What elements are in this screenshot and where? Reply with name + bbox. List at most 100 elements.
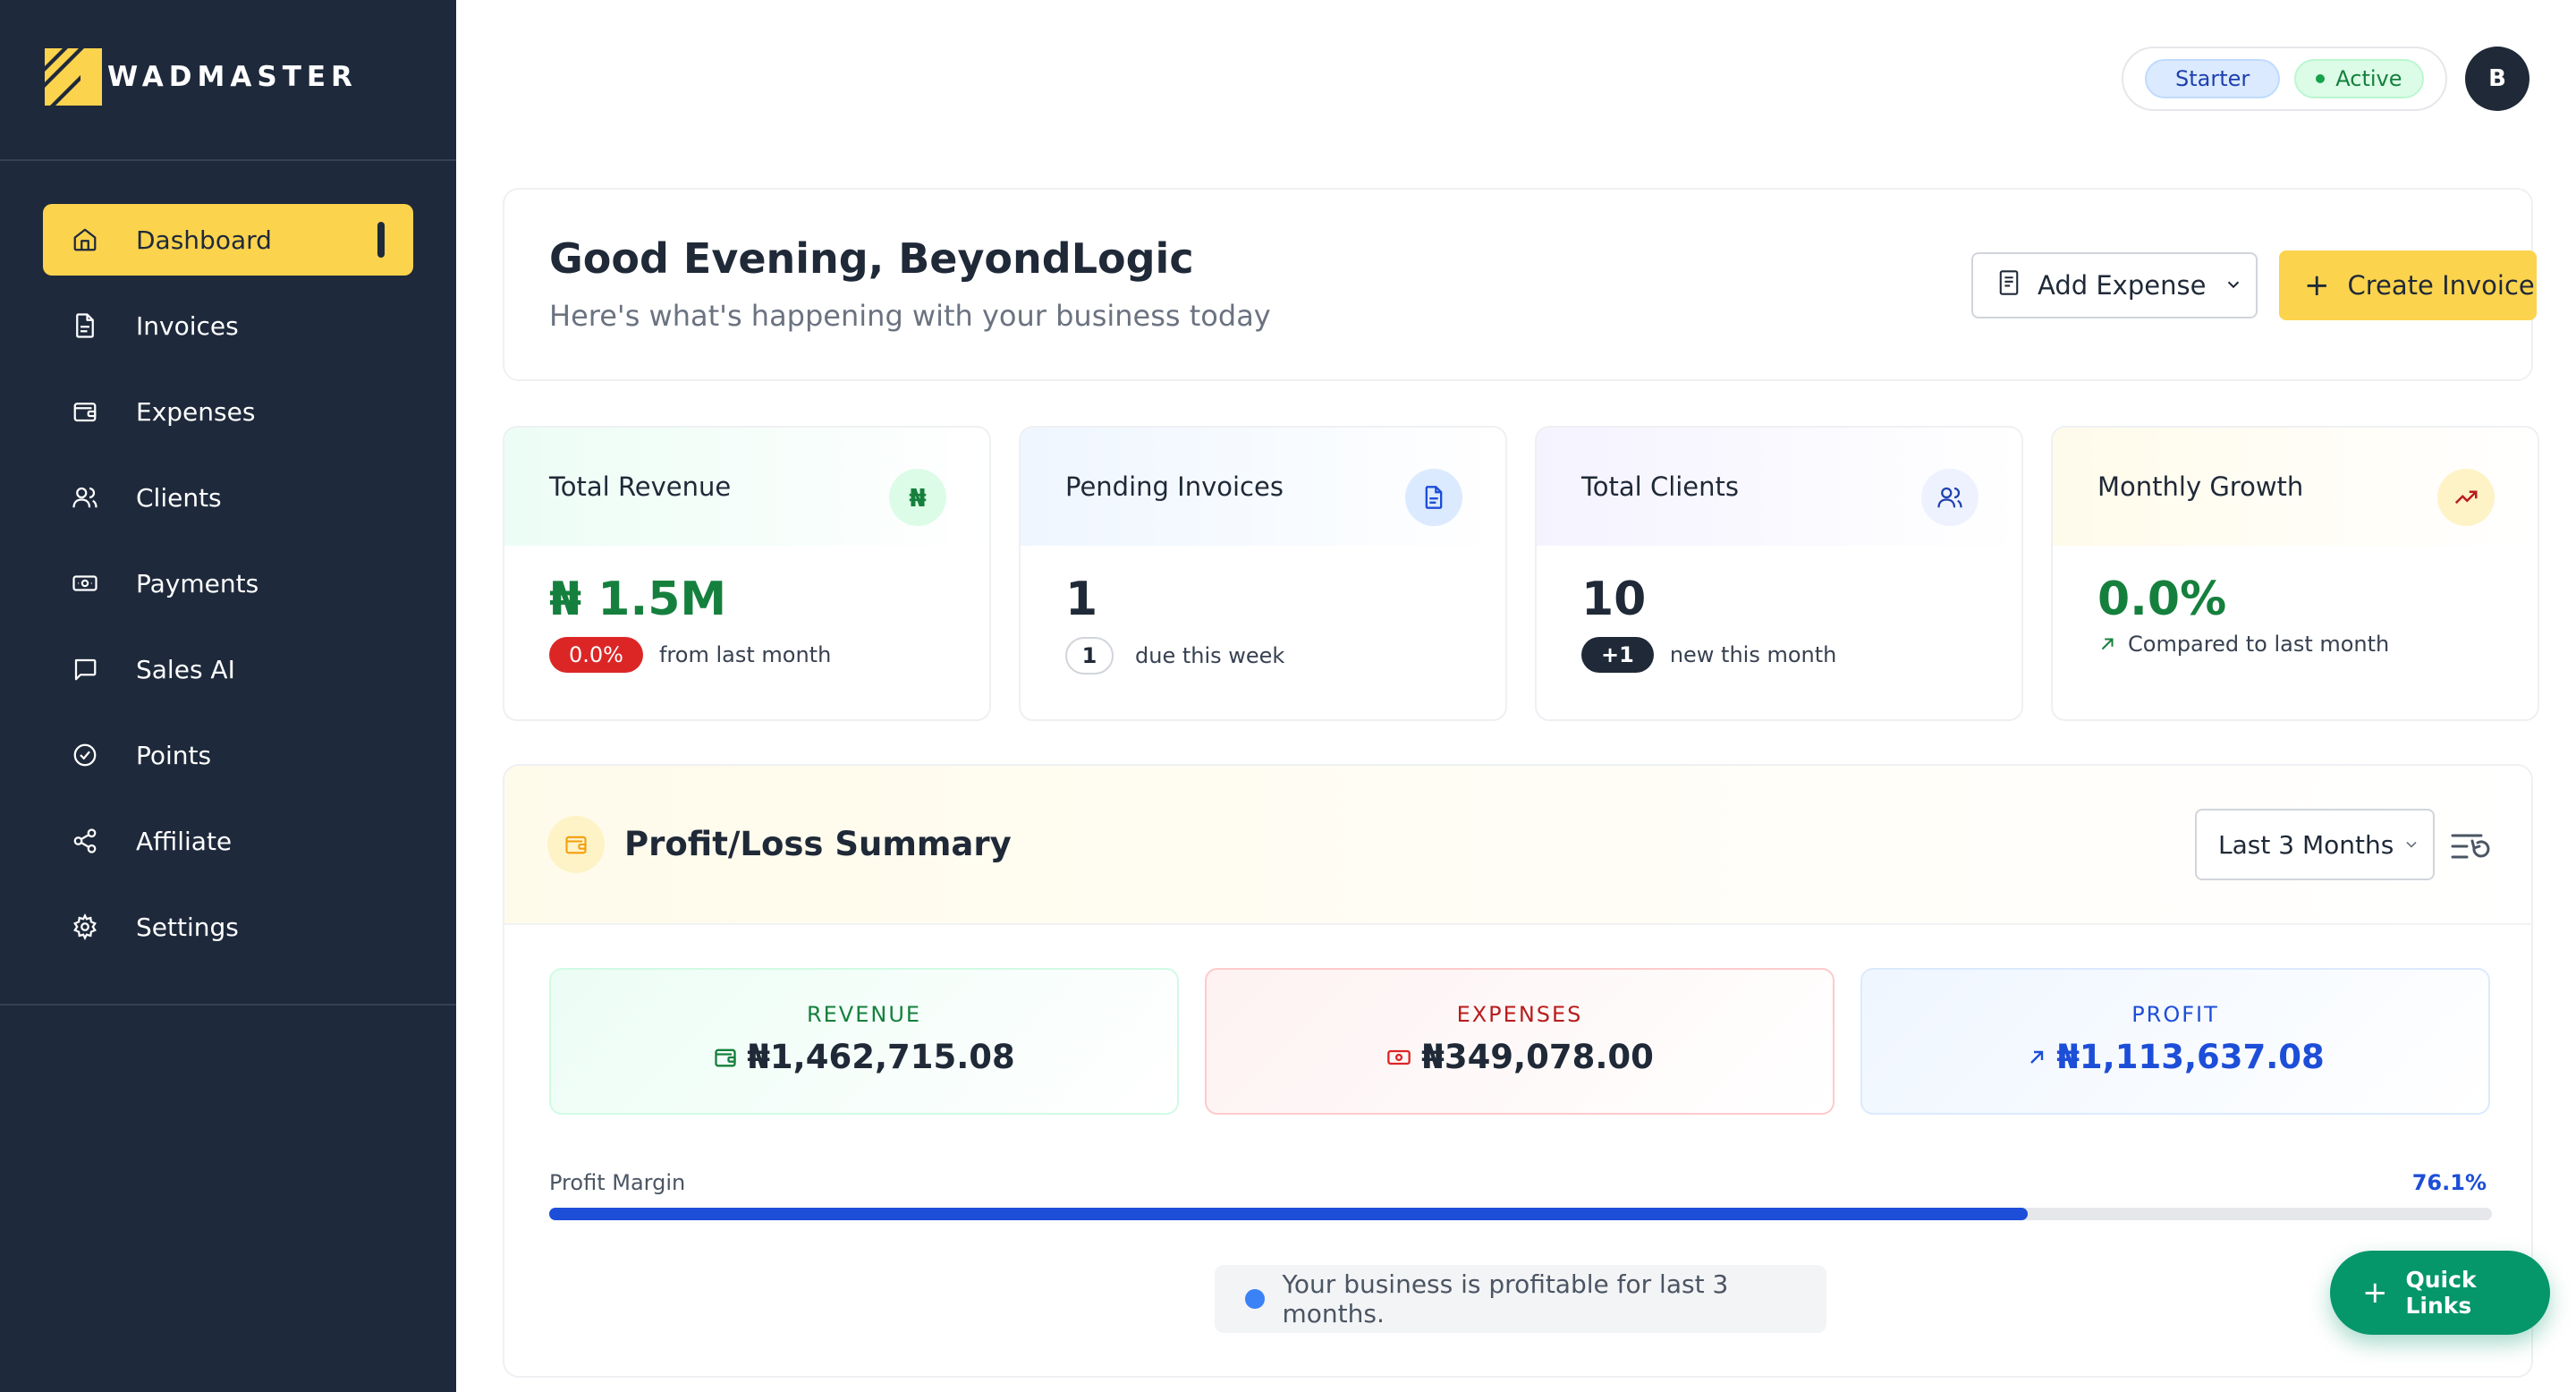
sidebar-item-expenses[interactable]: Expenses bbox=[43, 376, 413, 447]
profit-loss-title: Profit/Loss Summary bbox=[624, 825, 1012, 863]
profitability-notice-text: Your business is profitable for last 3 m… bbox=[1282, 1269, 1729, 1328]
sidebar-item-label: Payments bbox=[136, 568, 259, 598]
info-dot-icon bbox=[1245, 1289, 1265, 1309]
create-invoice-label: Create Invoice bbox=[2347, 270, 2535, 301]
sidebar-item-payments[interactable]: Payments bbox=[43, 547, 413, 619]
sidebar-item-label: Settings bbox=[136, 912, 239, 942]
revenue-value: ₦1,462,715.08 bbox=[747, 1038, 1015, 1076]
arrow-up-right-icon bbox=[2026, 1047, 2047, 1068]
sidebar-item-invoices[interactable]: Invoices bbox=[43, 290, 413, 361]
stat-title: Total Clients bbox=[1581, 471, 1740, 502]
stat-subline: Compared to last month bbox=[2097, 632, 2389, 657]
plus-icon: + bbox=[2304, 267, 2330, 303]
stat-value: 0.0% bbox=[2097, 573, 2227, 626]
sidebar-divider-top bbox=[0, 159, 456, 161]
profit-summary: PROFIT ₦1,113,637.08 bbox=[1860, 968, 2490, 1115]
stat-card-total-clients: Total Clients 10 +1 new this month bbox=[1535, 426, 2023, 721]
change-badge: +1 bbox=[1581, 637, 1654, 673]
revenue-summary: REVENUE ₦1,462,715.08 bbox=[549, 968, 1179, 1115]
add-expense-button[interactable]: Add Expense bbox=[1971, 252, 2258, 318]
stat-subline: +1 new this month bbox=[1581, 637, 1836, 673]
profit-label: PROFIT bbox=[2131, 1002, 2219, 1027]
sidebar-item-label: Invoices bbox=[136, 310, 239, 341]
profitability-notice: Your business is profitable for last 3 m… bbox=[1215, 1265, 1826, 1333]
profit-value-row: ₦1,113,637.08 bbox=[1862, 1038, 2488, 1076]
users-icon bbox=[1921, 469, 1979, 526]
plus-icon: + bbox=[2362, 1275, 2388, 1311]
sidebar-item-label: Clients bbox=[136, 482, 222, 513]
page-title: Good Evening, BeyondLogic bbox=[549, 234, 1194, 283]
profit-margin-label: Profit Margin bbox=[549, 1170, 686, 1195]
sidebar: WADMASTER Dashboard Invoices Expenses Cl… bbox=[0, 0, 456, 1392]
sidebar-item-sales-ai[interactable]: Sales AI bbox=[43, 633, 413, 705]
welcome-card: Good Evening, BeyondLogic Here's what's … bbox=[503, 188, 2537, 381]
arrow-up-right-icon bbox=[2097, 634, 2117, 654]
file-text-icon bbox=[70, 310, 100, 341]
expenses-summary: EXPENSES ₦349,078.00 bbox=[1205, 968, 1835, 1115]
message-square-icon bbox=[70, 654, 100, 684]
revenue-value-row: ₦1,462,715.08 bbox=[551, 1038, 1177, 1076]
wallet-icon bbox=[713, 1045, 738, 1070]
sidebar-divider-bottom bbox=[0, 1004, 456, 1006]
stat-subline: 1 due this week bbox=[1065, 637, 1284, 675]
share-icon bbox=[70, 826, 100, 856]
stat-card-monthly-growth: Monthly Growth 0.0% Compared to last mon… bbox=[2051, 426, 2539, 721]
quick-links-button[interactable]: + Quick Links bbox=[2330, 1251, 2550, 1335]
expenses-value-row: ₦349,078.00 bbox=[1207, 1038, 1833, 1076]
profit-loss-card: Profit/Loss Summary Last 3 Months REVENU… bbox=[503, 764, 2533, 1378]
plan-badge[interactable]: Starter bbox=[2145, 59, 2281, 98]
profit-margin-fill bbox=[549, 1208, 2028, 1220]
brand-name: WADMASTER bbox=[107, 61, 358, 93]
users-icon bbox=[70, 482, 100, 513]
profit-value: ₦1,113,637.08 bbox=[2056, 1038, 2325, 1076]
sidebar-item-clients[interactable]: Clients bbox=[43, 462, 413, 533]
create-invoice-button[interactable]: + Create Invoice bbox=[2279, 250, 2537, 320]
stat-card-header: Total Clients bbox=[1537, 428, 2021, 546]
stat-note: due this week bbox=[1135, 643, 1285, 668]
stat-card-pending-invoices: Pending Invoices 1 1 due this week bbox=[1019, 426, 1507, 721]
avatar[interactable]: B bbox=[2465, 47, 2529, 111]
status-badge-label: Active bbox=[2335, 66, 2402, 91]
expenses-label: EXPENSES bbox=[1456, 1002, 1583, 1027]
stat-card-header: Total Revenue ₦ bbox=[504, 428, 989, 546]
page-subtitle: Here's what's happening with your busine… bbox=[549, 299, 1271, 333]
period-select[interactable]: Last 3 Months bbox=[2195, 809, 2435, 880]
trending-up-icon bbox=[2437, 469, 2495, 526]
change-badge: 0.0% bbox=[549, 637, 643, 673]
stat-note: Compared to last month bbox=[2128, 632, 2390, 657]
add-expense-label: Add Expense bbox=[2038, 270, 2207, 301]
profit-margin-percent: 76.1% bbox=[2411, 1170, 2487, 1195]
logo-mark-icon bbox=[45, 48, 102, 106]
profit-margin-bar bbox=[549, 1208, 2492, 1220]
stat-value: 10 bbox=[1581, 573, 1647, 626]
wallet-icon bbox=[547, 816, 605, 873]
status-badge: Active bbox=[2294, 59, 2424, 98]
banknote-icon bbox=[70, 568, 100, 598]
sidebar-item-affiliate[interactable]: Affiliate bbox=[43, 805, 413, 877]
receipt-icon bbox=[1996, 269, 2021, 302]
gear-icon bbox=[70, 912, 100, 942]
period-select-value: Last 3 Months bbox=[2218, 829, 2394, 860]
plan-status-pill: Starter Active bbox=[2122, 47, 2447, 111]
sidebar-item-label: Sales AI bbox=[136, 654, 235, 684]
sidebar-item-label: Dashboard bbox=[136, 225, 272, 255]
sidebar-item-label: Points bbox=[136, 740, 212, 770]
brand-logo[interactable]: WADMASTER bbox=[45, 48, 358, 106]
sidebar-item-settings[interactable]: Settings bbox=[43, 891, 413, 963]
stat-card-header: Monthly Growth bbox=[2053, 428, 2538, 546]
profit-loss-header: Profit/Loss Summary Last 3 Months bbox=[504, 766, 2531, 925]
stat-note: from last month bbox=[658, 642, 832, 667]
sidebar-item-label: Affiliate bbox=[136, 826, 233, 856]
stat-title: Monthly Growth bbox=[2097, 471, 2304, 502]
file-text-icon bbox=[1405, 469, 1462, 526]
filter-list-icon[interactable] bbox=[2451, 828, 2490, 864]
count-badge: 1 bbox=[1065, 637, 1114, 675]
stat-card-header: Pending Invoices bbox=[1021, 428, 1505, 546]
home-icon bbox=[70, 225, 100, 255]
stat-note: new this month bbox=[1669, 642, 1837, 667]
sidebar-item-points[interactable]: Points bbox=[43, 719, 413, 791]
sidebar-item-dashboard[interactable]: Dashboard bbox=[43, 204, 413, 276]
check-circle-icon bbox=[70, 740, 100, 770]
sidebar-item-label: Expenses bbox=[136, 396, 256, 427]
stat-title: Total Revenue bbox=[549, 471, 732, 502]
